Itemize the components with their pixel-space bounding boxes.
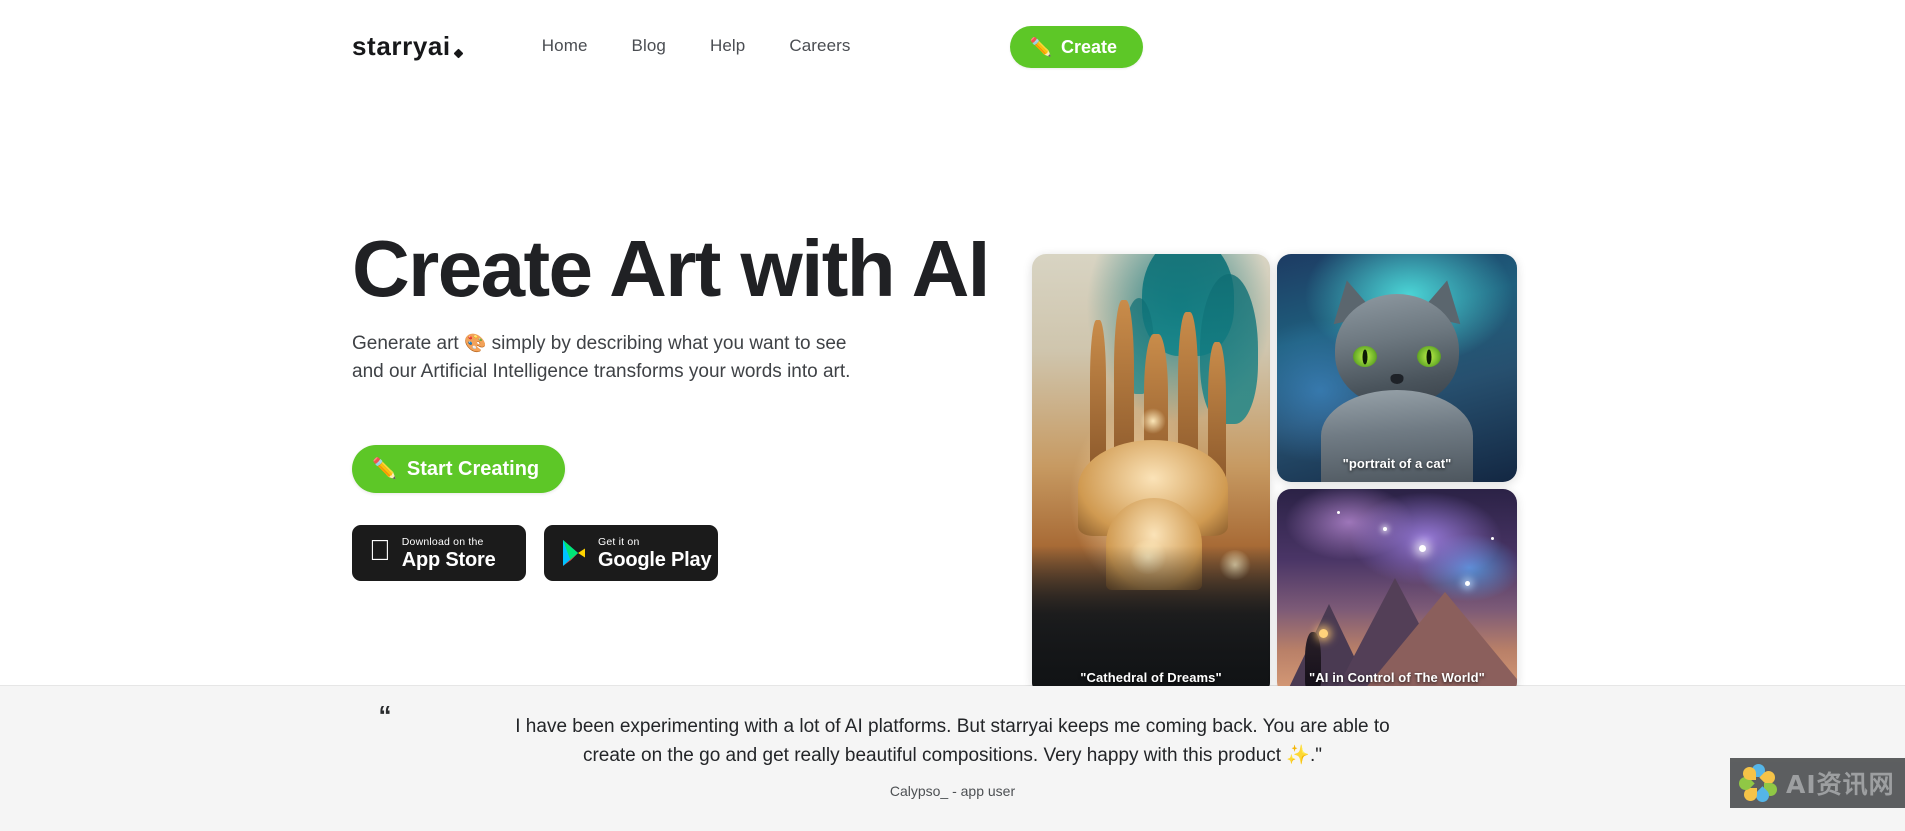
testimonial-quote-wrapper: “ I have been experimenting with a lot o… [379, 702, 1453, 799]
site-watermark: AI资讯网 [1730, 758, 1905, 808]
testimonial-line-2a: create on the go and get really beautifu… [582, 745, 1287, 767]
artwork-caption: "AI in Control of The World" [1309, 670, 1485, 685]
google-play-badge[interactable]: Get it on Google Play [544, 525, 718, 582]
hero-section: Create Art with AI Generate art 🎨 simply… [0, 92, 1905, 696]
google-play-icon [561, 539, 587, 567]
nav-item-blog[interactable]: Blog [632, 36, 666, 56]
nav-item-home[interactable]: Home [542, 36, 588, 56]
hero-text-column: Create Art with AI Generate art 🎨 simply… [352, 134, 990, 685]
page-title: Create Art with AI [352, 224, 990, 313]
app-store-big-label: App Store [380, 549, 496, 572]
hero-subtitle: Generate art 🎨 simply by describing what… [352, 330, 892, 385]
pinwheel-logo-icon [1736, 764, 1778, 805]
create-button[interactable]: ✏️ Create [1009, 26, 1143, 68]
start-creating-button[interactable]: ✏️ Start Creating [352, 445, 566, 494]
testimonial-section: “ I have been experimenting with a lot o… [0, 686, 1905, 831]
testimonial-author: Calypso_ - app user [889, 782, 1016, 799]
quote-mark-icon: “ [378, 700, 392, 730]
nav-item-help[interactable]: Help [710, 36, 745, 56]
artwork-image-cathedral [1032, 254, 1270, 696]
start-creating-label: Start Creating [406, 457, 540, 480]
artwork-card-cathedral[interactable]: "Cathedral of Dreams" [1032, 254, 1270, 696]
create-button-label: Create [1060, 36, 1117, 57]
palette-icon: 🎨 [463, 333, 487, 354]
site-header: starryai Home Blog Help Careers ✏️ Creat… [0, 0, 1905, 92]
artwork-card-nebula[interactable]: "AI in Control of The World" [1277, 489, 1517, 696]
sparkles-icon: ✨ [1286, 745, 1311, 767]
subtitle-line2: and our Artificial Intelligence transfor… [352, 360, 851, 382]
subtitle-part1: Generate art [352, 333, 464, 355]
site-logo[interactable]: starryai [352, 31, 464, 61]
testimonial-line-1: I have been experimenting with a lot of … [515, 716, 1390, 737]
logo-dot-icon [453, 48, 464, 59]
artwork-image-cat [1277, 254, 1517, 482]
main-navigation: Home Blog Help Careers [542, 36, 851, 56]
google-play-big-label: Google Play [598, 549, 712, 572]
watermark-text: AI资讯网 [1786, 770, 1895, 799]
artwork-card-cat[interactable]: "portrait of a cat" [1277, 254, 1517, 482]
apple-logo-icon:  [369, 536, 391, 566]
google-play-small-label: Get it on [598, 535, 640, 548]
subtitle-part2: simply by describing what you want to se… [486, 333, 847, 355]
artwork-image-nebula [1277, 489, 1517, 696]
nav-item-careers[interactable]: Careers [789, 36, 850, 56]
example-artwork-gallery: "Cathedral of Dreams" "portrait of a cat… [1032, 254, 1517, 696]
app-store-badge[interactable]:  Download on the App Store [352, 525, 526, 582]
artwork-caption: "Cathedral of Dreams" [1080, 670, 1222, 685]
app-store-badges:  Download on the App Store [352, 525, 952, 582]
app-store-small-label: Download on the [380, 535, 484, 548]
testimonial-quote: I have been experimenting with a lot of … [453, 712, 1453, 771]
logo-text: starryai [352, 31, 451, 61]
artwork-gallery-right-column: "portrait of a cat" "AI in Control of Th… [1277, 254, 1517, 696]
pencil-icon: ✏️ [1029, 37, 1052, 57]
pencil-icon: ✏️ [372, 458, 397, 481]
testimonial-line-2b: ." [1310, 745, 1323, 767]
artwork-caption: "portrait of a cat" [1342, 456, 1452, 471]
